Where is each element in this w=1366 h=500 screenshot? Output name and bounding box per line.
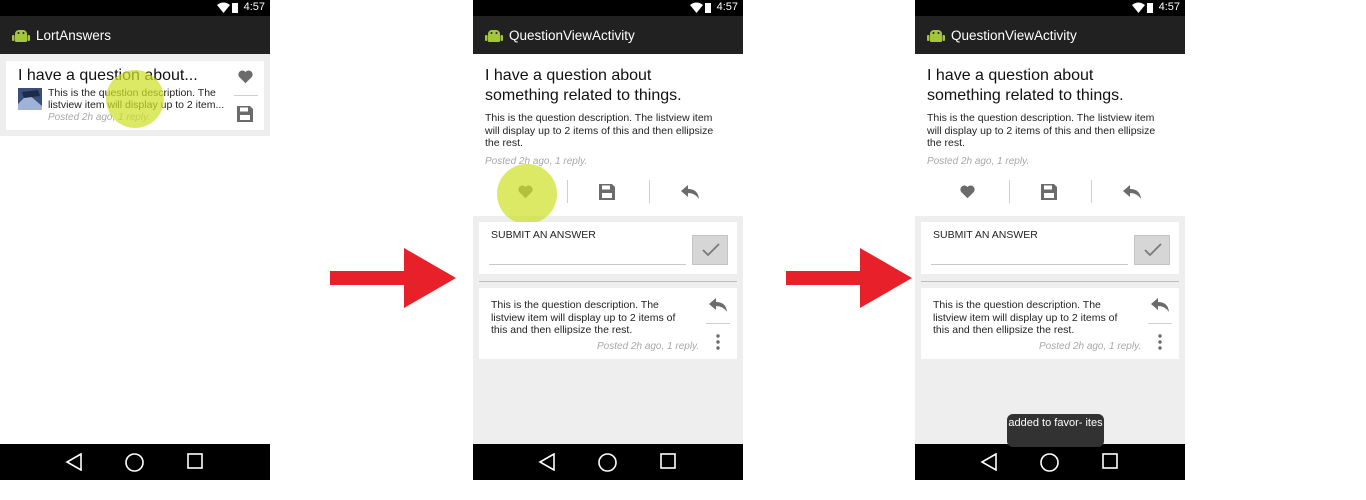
status-time: 4:57: [243, 1, 265, 13]
question-body: This is the question description. The li…: [927, 112, 1156, 149]
submit-answer-button[interactable]: [1134, 235, 1170, 265]
action-divider: [1091, 180, 1092, 203]
question-header: I have a question about something relate…: [915, 54, 1185, 216]
android-logo-icon: [12, 30, 30, 42]
android-logo-icon: [485, 30, 503, 42]
transition-arrow-2: [786, 248, 912, 308]
reply-icon[interactable]: [1151, 298, 1169, 312]
submit-answer-button[interactable]: [692, 235, 728, 265]
android-logo-icon: [927, 30, 945, 42]
save-icon[interactable]: [599, 184, 615, 200]
more-vert-icon[interactable]: [1158, 334, 1162, 350]
section-divider: [921, 281, 1179, 282]
app-title: QuestionViewActivity: [951, 28, 1077, 43]
reply-icon[interactable]: [681, 185, 699, 199]
back-nav-icon[interactable]: [65, 453, 83, 471]
recents-nav-icon[interactable]: [187, 453, 203, 469]
heart-icon[interactable]: [960, 185, 975, 199]
reply-card: This is the question description. The li…: [921, 288, 1179, 359]
back-nav-icon[interactable]: [980, 453, 998, 471]
action-divider: [567, 180, 568, 203]
section-divider: [479, 281, 737, 282]
app-bar: QuestionViewActivity: [473, 16, 743, 54]
battery-icon: [232, 3, 238, 13]
wifi-icon: [217, 2, 230, 13]
reply-icon[interactable]: [1123, 185, 1141, 199]
question-title: I have a question about something relate…: [485, 67, 682, 104]
toast-message: added to favor- ites: [1007, 414, 1104, 447]
touch-ripple: [106, 70, 164, 128]
app-bar: QuestionViewActivity: [915, 16, 1185, 54]
status-time: 4:57: [716, 1, 738, 13]
thumbnail-image: [18, 88, 42, 110]
status-bar: 4:57: [915, 0, 1185, 16]
transition-arrow-1: [330, 248, 456, 308]
touch-ripple: [497, 164, 557, 224]
app-bar: LortAnswers: [0, 16, 270, 54]
app-title: LortAnswers: [36, 28, 112, 43]
reply-icon[interactable]: [709, 298, 727, 312]
check-icon: [1144, 243, 1162, 257]
reply-body: This is the question description. The li…: [933, 299, 1118, 336]
save-icon[interactable]: [237, 106, 253, 122]
question-title: I have a question about something relate…: [927, 67, 1124, 104]
recents-nav-icon[interactable]: [1102, 453, 1118, 469]
heart-icon[interactable]: [238, 70, 253, 84]
more-vert-icon[interactable]: [716, 334, 720, 350]
action-divider: [1009, 180, 1010, 203]
nav-bar: [0, 444, 270, 480]
status-time: 4:57: [1158, 1, 1180, 13]
answer-input-underline: [931, 264, 1128, 265]
app-title: QuestionViewActivity: [509, 28, 635, 43]
nav-bar: [915, 444, 1185, 480]
screen-list: 4:57 LortAnswers I have a question about…: [0, 0, 270, 480]
reply-meta: Posted 2h ago, 1 reply.: [597, 341, 700, 352]
home-nav-icon[interactable]: [598, 453, 617, 472]
reply-actions-divider: [706, 323, 730, 324]
check-icon: [702, 243, 720, 257]
answer-label: SUBMIT AN ANSWER: [933, 229, 1038, 241]
answer-input-underline: [489, 264, 686, 265]
screen-question-detail: 4:57 QuestionViewActivity I have a quest…: [473, 0, 743, 480]
item-title: I have a question about...: [18, 67, 198, 84]
nav-bar: [473, 444, 743, 480]
question-body: This is the question description. The li…: [485, 112, 714, 149]
wifi-icon: [1132, 2, 1145, 13]
reply-body: This is the question description. The li…: [491, 299, 676, 336]
status-bar: 4:57: [0, 0, 270, 16]
recents-nav-icon[interactable]: [660, 453, 676, 469]
reply-card: This is the question description. The li…: [479, 288, 737, 359]
home-nav-icon[interactable]: [1040, 453, 1059, 472]
item-divider: [234, 95, 258, 96]
screen-question-detail-favorited: 4:57 QuestionViewActivity I have a quest…: [915, 0, 1185, 480]
question-meta: Posted 2h ago, 1 reply.: [927, 156, 1030, 167]
reply-actions-divider: [1148, 323, 1172, 324]
answer-input[interactable]: [931, 244, 1127, 264]
answer-form: SUBMIT AN ANSWER: [479, 222, 737, 274]
reply-meta: Posted 2h ago, 1 reply.: [1039, 341, 1142, 352]
action-divider: [649, 180, 650, 203]
answer-form: SUBMIT AN ANSWER: [921, 222, 1179, 274]
home-nav-icon[interactable]: [125, 453, 144, 472]
battery-icon: [705, 3, 711, 13]
wifi-icon: [690, 2, 703, 13]
status-bar: 4:57: [473, 0, 743, 16]
answer-label: SUBMIT AN ANSWER: [491, 229, 596, 241]
back-nav-icon[interactable]: [538, 453, 556, 471]
battery-icon: [1147, 3, 1153, 13]
answer-input[interactable]: [489, 244, 685, 264]
save-icon[interactable]: [1041, 184, 1057, 200]
